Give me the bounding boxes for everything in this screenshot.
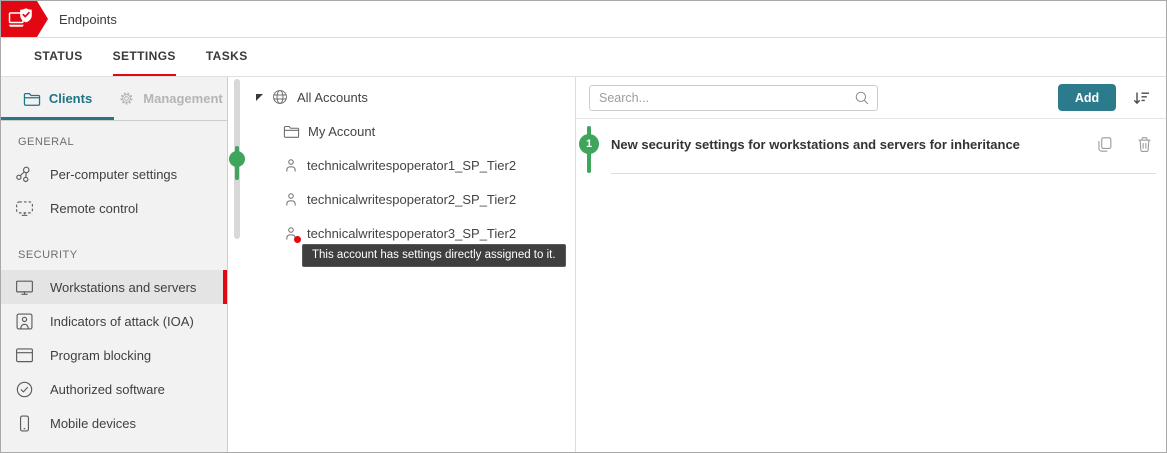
sidebar-item-per-computer-settings[interactable]: Per-computer settings xyxy=(1,157,227,191)
settings-sidebar: Clients Management GENERAL xyxy=(1,77,228,452)
sort-descending-icon[interactable] xyxy=(1131,88,1151,108)
sidebar-section-security: SECURITY Workstations and servers xyxy=(1,225,227,440)
sidebar-item-program-blocking[interactable]: Program blocking xyxy=(1,338,227,372)
sidebar-item-mobile-devices[interactable]: Mobile devices xyxy=(1,406,227,440)
tree-node-my-account[interactable]: My Account xyxy=(283,114,575,148)
tree-node-all-accounts[interactable]: All Accounts xyxy=(256,80,575,114)
sidebar-tab-label: Clients xyxy=(49,91,92,106)
tab-tasks[interactable]: TASKS xyxy=(206,38,248,76)
sidebar-item-label: Workstations and servers xyxy=(50,280,196,295)
tree-node-label: technicalwritespoperator3_SP_Tier2 xyxy=(307,226,516,241)
sidebar-item-remote-control[interactable]: Remote control xyxy=(1,191,227,225)
sidebar-item-label: Authorized software xyxy=(50,382,165,397)
splitter-handle-knob[interactable] xyxy=(229,151,245,167)
remote-control-icon xyxy=(14,198,35,219)
section-title: GENERAL xyxy=(1,121,227,157)
tab-status[interactable]: STATUS xyxy=(34,38,83,76)
tree-expanded-caret-icon[interactable] xyxy=(256,94,263,101)
gear-icon xyxy=(118,90,135,107)
top-bar: Endpoints xyxy=(1,1,1166,38)
settings-list-panel: Add 1 New security settings for workstat… xyxy=(576,77,1166,452)
user-icon xyxy=(283,157,299,174)
sidebar-item-label: Indicators of attack (IOA) xyxy=(50,314,194,329)
tree-node-operator2[interactable]: technicalwritespoperator2_SP_Tier2 xyxy=(283,182,575,216)
section-title: SECURITY xyxy=(1,225,227,270)
main-tab-bar: STATUS SETTINGS TASKS xyxy=(1,38,1166,77)
program-blocking-icon xyxy=(14,345,35,366)
sidebar-tab-label: Management xyxy=(143,91,222,106)
indicators-of-attack-icon xyxy=(14,311,35,332)
sidebar-tab-clients[interactable]: Clients xyxy=(1,77,114,120)
globe-icon xyxy=(271,88,289,106)
account-tree-panel: All Accounts My Account xyxy=(228,77,576,452)
sidebar-item-indicators-of-attack[interactable]: Indicators of attack (IOA) xyxy=(1,304,227,338)
trash-icon[interactable] xyxy=(1135,135,1154,154)
settings-toolbar: Add xyxy=(576,77,1166,119)
per-computer-settings-icon xyxy=(14,164,35,185)
sidebar-item-authorized-software[interactable]: Authorized software xyxy=(1,372,227,406)
tree-node-label: My Account xyxy=(308,124,375,139)
search-input[interactable] xyxy=(589,85,878,111)
sidebar-item-label: Mobile devices xyxy=(50,416,136,431)
settings-assigned-red-dot xyxy=(294,236,301,243)
folder-icon xyxy=(283,124,300,139)
sidebar-tab-management[interactable]: Management xyxy=(114,77,227,120)
sidebar-item-label: Remote control xyxy=(50,201,138,216)
laptop-shield-icon xyxy=(8,7,34,31)
sidebar-item-workstations-and-servers[interactable]: Workstations and servers xyxy=(1,270,227,304)
settings-item-actions xyxy=(1095,135,1154,154)
copy-icon[interactable] xyxy=(1095,135,1114,154)
user-icon-with-settings-badge xyxy=(283,225,299,242)
add-button[interactable]: Add xyxy=(1058,84,1116,111)
callout-1-badge: 1 xyxy=(579,134,599,154)
sidebar-item-label: Per-computer settings xyxy=(50,167,177,182)
settings-item-title: New security settings for workstations a… xyxy=(611,137,1020,152)
tree-node-label: technicalwritespoperator1_SP_Tier2 xyxy=(307,158,516,173)
tree-node-operator1[interactable]: technicalwritespoperator1_SP_Tier2 xyxy=(283,148,575,182)
page-title: Endpoints xyxy=(59,12,117,27)
search-icon xyxy=(853,89,871,107)
watchguard-logo[interactable] xyxy=(1,1,48,37)
settings-assigned-tooltip: This account has settings directly assig… xyxy=(302,244,566,267)
folder-icon xyxy=(23,91,41,107)
user-icon xyxy=(283,191,299,208)
content-area: Clients Management GENERAL xyxy=(1,77,1166,452)
sidebar-section-general: GENERAL Per-computer settings xyxy=(1,121,227,225)
search-box xyxy=(589,85,878,111)
tree-node-label: All Accounts xyxy=(297,90,368,105)
app-window: Endpoints STATUS SETTINGS TASKS Clients xyxy=(0,0,1167,453)
sidebar-item-label: Program blocking xyxy=(50,348,151,363)
tab-settings[interactable]: SETTINGS xyxy=(113,38,176,76)
account-tree: All Accounts My Account xyxy=(228,77,575,250)
authorized-software-icon xyxy=(14,379,35,400)
tree-node-label: technicalwritespoperator2_SP_Tier2 xyxy=(307,192,516,207)
workstation-monitor-icon xyxy=(14,277,35,298)
settings-list-item[interactable]: New security settings for workstations a… xyxy=(611,119,1156,174)
sidebar-tab-bar: Clients Management xyxy=(1,77,227,121)
mobile-devices-icon xyxy=(14,413,35,434)
